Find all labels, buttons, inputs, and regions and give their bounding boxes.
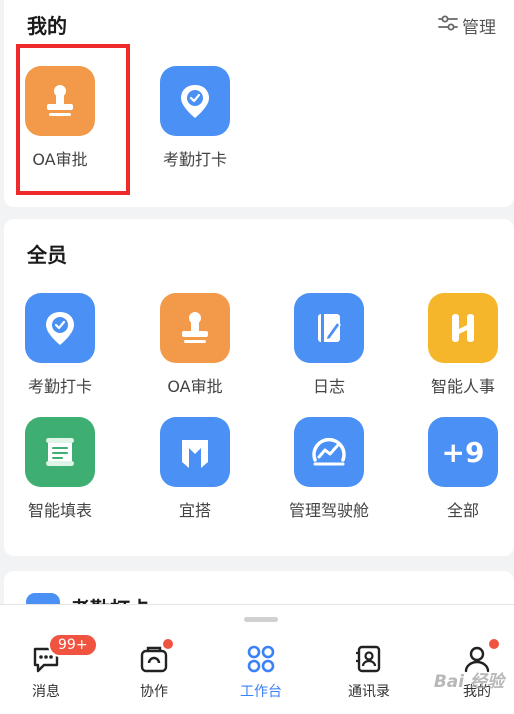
app-label: 智能人事 (430, 377, 495, 396)
tab-label: 工作台 (240, 684, 282, 700)
collab-icon (114, 641, 194, 677)
tab-label: 通讯录 (348, 684, 390, 700)
sliders-icon (438, 14, 458, 37)
unread-badge: 99+ (48, 633, 98, 657)
tab-label: 协作 (140, 684, 168, 700)
app-label: 全部 (446, 501, 479, 520)
app-label: 管理驾驶舱 (288, 501, 369, 520)
dashboard-gauge-icon (294, 417, 364, 487)
section-title-all: 全员 (27, 243, 67, 267)
highlight-box (16, 44, 130, 195)
workbench-grid-icon (221, 641, 301, 677)
app-attendance[interactable]: 考勤打卡 (135, 66, 255, 170)
tab-workbench[interactable]: 工作台 (221, 641, 301, 701)
tab-collaboration[interactable]: 协作 (114, 641, 194, 701)
app-oa-approval[interactable]: OA审批 (135, 293, 255, 397)
form-scroll-icon (25, 417, 95, 487)
watermark: Bai 经验 (433, 672, 504, 692)
app-smart-hr[interactable]: 智能人事 (403, 293, 514, 397)
manage-button[interactable]: 管理 (438, 13, 496, 38)
contacts-book-icon (329, 641, 409, 677)
app-label: 智能填表 (27, 501, 92, 520)
notification-dot (489, 639, 499, 649)
more-count: +9 (441, 435, 485, 469)
all-staff-apps-card: 全员 考勤打卡 OA审批 日志 智能人事 智能填表 宜搭 管理驾驶舱 +9 全部 (4, 219, 514, 556)
plus-nine-icon: +9 (428, 417, 498, 487)
app-label: 考勤打卡 (162, 150, 227, 169)
notification-dot (163, 639, 173, 649)
app-management-cockpit[interactable]: 管理驾驶舱 (269, 417, 389, 521)
app-label: 日志 (312, 377, 345, 396)
app-all[interactable]: +9 全部 (403, 417, 514, 521)
app-label: OA审批 (167, 377, 223, 396)
app-label: 考勤打卡 (27, 377, 92, 396)
app-yida[interactable]: 宜搭 (135, 417, 255, 521)
drag-handle[interactable] (244, 617, 278, 622)
bottom-tab-bar: 消息 99+ 协作 工作台 通讯录 我的 Bai 经验 (0, 604, 514, 714)
notebook-pen-icon (294, 293, 364, 363)
section-title-mine: 我的 (27, 14, 67, 38)
tab-contacts[interactable]: 通讯录 (329, 641, 409, 701)
stamp-icon (160, 293, 230, 363)
app-label: 宜搭 (178, 501, 211, 520)
manage-label: 管理 (462, 18, 496, 38)
app-attendance[interactable]: 考勤打卡 (0, 293, 120, 397)
yida-logo-icon (160, 417, 230, 487)
app-smart-form[interactable]: 智能填表 (0, 417, 120, 521)
app-log[interactable]: 日志 (269, 293, 389, 397)
tab-label: 消息 (32, 684, 60, 700)
location-check-icon (25, 293, 95, 363)
location-check-icon (160, 66, 230, 136)
h-logo-icon (428, 293, 498, 363)
